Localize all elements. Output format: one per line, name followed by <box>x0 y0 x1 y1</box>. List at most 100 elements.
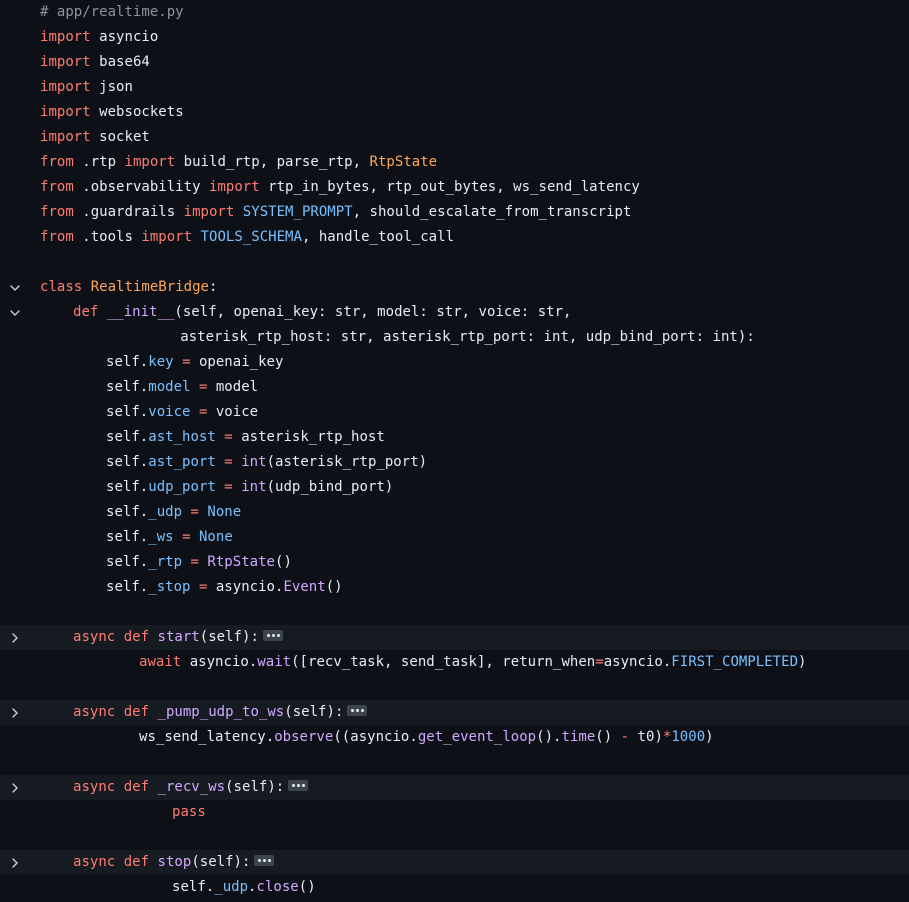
code-token: udp_port <box>148 479 216 495</box>
code-line[interactable] <box>0 675 909 700</box>
code-token: close <box>256 879 299 895</box>
code-line[interactable]: import asyncio <box>0 25 909 50</box>
code-line[interactable]: async def start(self): <box>0 625 909 650</box>
code-line[interactable] <box>0 825 909 850</box>
code-text: import base64 <box>40 50 150 75</box>
code-line[interactable]: async def _recv_ws(self): <box>0 775 909 800</box>
code-line[interactable]: self._stop = asyncio.Event() <box>0 575 909 600</box>
code-token: def <box>123 629 150 645</box>
code-line[interactable]: self._rtp = RtpState() <box>0 550 909 575</box>
code-token: async <box>73 704 116 720</box>
code-token: self. <box>106 404 149 420</box>
code-line[interactable]: self._udp.close() <box>0 875 909 900</box>
folded-code-ellipsis-icon[interactable] <box>288 779 309 791</box>
code-line[interactable]: pass <box>0 800 909 825</box>
code-text: async def _recv_ws(self): <box>73 775 309 800</box>
code-token: : <box>209 279 218 295</box>
code-token: self. <box>106 379 149 395</box>
code-line[interactable]: self.udp_port = int(udp_bind_port) <box>0 475 909 500</box>
code-token: self. <box>172 879 215 895</box>
code-token: voice <box>207 404 259 420</box>
code-token: TOOLS_SCHEMA <box>200 229 302 245</box>
code-token: pass <box>172 804 206 820</box>
fold-expand-chevron-right-icon[interactable] <box>0 775 30 800</box>
code-line[interactable]: asterisk_rtp_host: str, asterisk_rtp_por… <box>0 325 909 350</box>
code-line[interactable]: self.key = openai_key <box>0 350 909 375</box>
code-token: (self): <box>284 704 344 720</box>
code-token: ([recv_task, send_task], return_when <box>291 654 596 670</box>
code-text: async def stop(self): <box>73 850 275 875</box>
code-line[interactable] <box>0 250 909 275</box>
code-token: (udp_bind_port) <box>266 479 394 495</box>
code-line[interactable]: ws_send_latency.observe((asyncio.get_eve… <box>0 725 909 750</box>
code-token: import <box>141 229 193 245</box>
code-line[interactable]: self._ws = None <box>0 525 909 550</box>
code-text: self._rtp = RtpState() <box>106 550 292 575</box>
code-token: asterisk_rtp_host: str, asterisk_rtp_por… <box>180 329 755 345</box>
code-line[interactable] <box>0 600 909 625</box>
code-token: None <box>198 529 233 545</box>
code-line[interactable]: from .guardrails import SYSTEM_PROMPT, s… <box>0 200 909 225</box>
folded-code-ellipsis-icon[interactable] <box>254 854 275 866</box>
code-text: import asyncio <box>40 25 158 50</box>
code-text: ws_send_latency.observe((asyncio.get_eve… <box>139 725 714 750</box>
code-line[interactable]: self.voice = voice <box>0 400 909 425</box>
code-line[interactable]: from .rtp import build_rtp, parse_rtp, R… <box>0 150 909 175</box>
fold-expand-chevron-right-icon[interactable] <box>0 700 30 725</box>
folded-code-ellipsis-icon[interactable] <box>347 704 368 716</box>
code-line[interactable]: import socket <box>0 125 909 150</box>
code-text: self._ws = None <box>106 525 233 550</box>
code-line[interactable]: # app/realtime.py <box>0 0 909 25</box>
code-token: () <box>595 729 621 745</box>
code-token: . <box>248 879 257 895</box>
code-token: = <box>595 654 604 670</box>
code-editor[interactable]: # app/realtime.py import asyncio import ba… <box>0 0 909 902</box>
code-text: import socket <box>40 125 150 150</box>
code-line[interactable]: from .observability import rtp_in_bytes,… <box>0 175 909 200</box>
code-line[interactable]: self.ast_port = int(asterisk_rtp_port) <box>0 450 909 475</box>
code-line[interactable]: self.model = model <box>0 375 909 400</box>
code-text: class RealtimeBridge: <box>40 275 217 300</box>
code-token: .rtp <box>73 154 125 170</box>
code-text: pass <box>172 800 206 825</box>
code-token: ast_port <box>148 454 216 470</box>
fold-collapse-chevron-down-icon[interactable] <box>0 300 30 325</box>
code-text: self._udp = None <box>106 500 241 525</box>
code-line[interactable]: import base64 <box>0 50 909 75</box>
code-line[interactable]: def __init__(self, openai_key: str, mode… <box>0 300 909 325</box>
code-token: async <box>73 629 116 645</box>
folded-code-ellipsis-icon[interactable] <box>262 629 283 641</box>
code-line[interactable]: class RealtimeBridge: <box>0 275 909 300</box>
code-line[interactable]: import json <box>0 75 909 100</box>
fold-expand-chevron-right-icon[interactable] <box>0 850 30 875</box>
code-token: RealtimeBridge <box>90 279 209 295</box>
code-line[interactable]: async def _pump_udp_to_ws(self): <box>0 700 909 725</box>
code-token: ) <box>798 654 807 670</box>
code-token: .guardrails <box>73 204 184 220</box>
code-token: def <box>123 779 150 795</box>
code-text: self.ast_port = int(asterisk_rtp_port) <box>106 450 427 475</box>
code-text: from .tools import TOOLS_SCHEMA, handle_… <box>40 225 454 250</box>
code-line[interactable]: self._udp = None <box>0 500 909 525</box>
code-token: (self): <box>199 629 259 645</box>
code-line[interactable]: async def stop(self): <box>0 850 909 875</box>
code-line[interactable]: await asyncio.wait([recv_task, send_task… <box>0 650 909 675</box>
code-line[interactable]: self.ast_host = asterisk_rtp_host <box>0 425 909 450</box>
code-text: self.model = model <box>106 375 258 400</box>
fold-collapse-chevron-down-icon[interactable] <box>0 275 30 300</box>
code-line[interactable]: from .tools import TOOLS_SCHEMA, handle_… <box>0 225 909 250</box>
code-line[interactable] <box>0 750 909 775</box>
code-line[interactable]: import websockets <box>0 100 909 125</box>
code-token: int <box>241 479 267 495</box>
fold-expand-chevron-right-icon[interactable] <box>0 625 30 650</box>
code-token: asyncio. <box>181 654 258 670</box>
code-token: asyncio <box>90 29 159 45</box>
